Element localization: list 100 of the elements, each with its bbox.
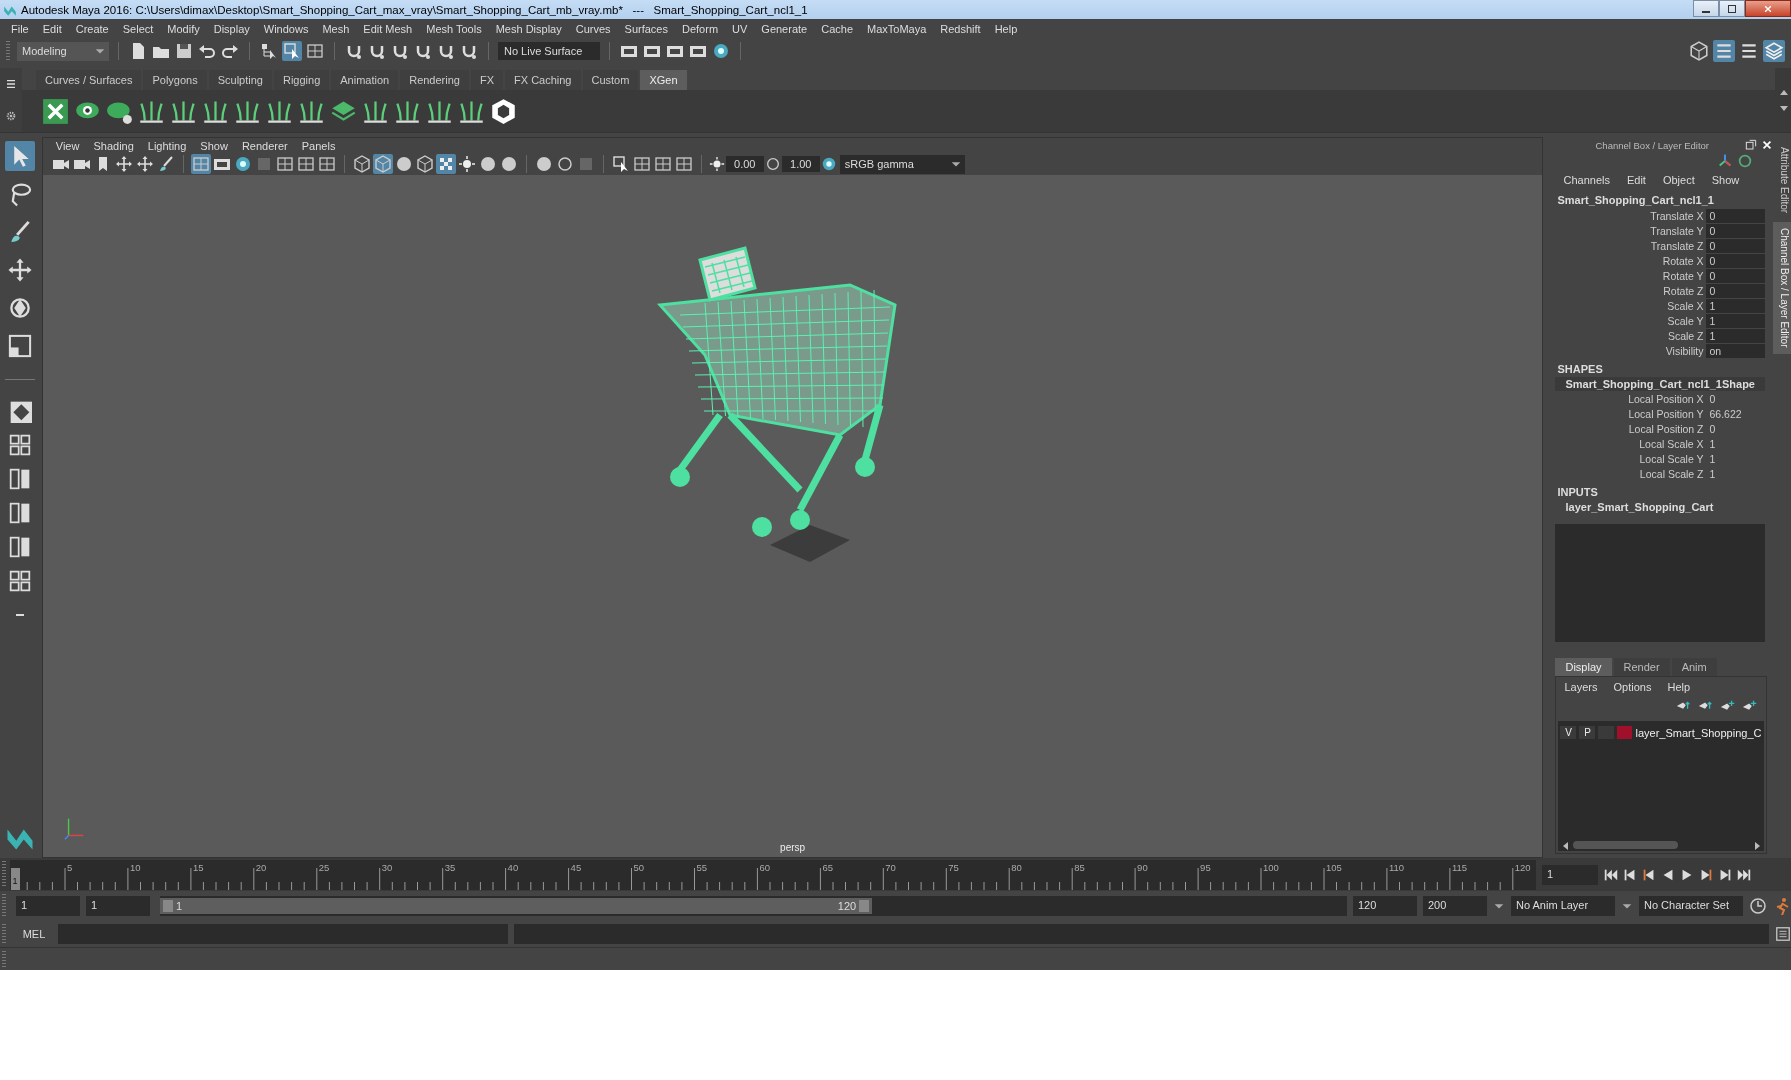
menu-item[interactable]: UV [725,22,755,35]
command-input-field[interactable] [58,924,508,944]
hierarchy-icon[interactable] [259,41,279,61]
layer-color-swatch[interactable] [1617,726,1633,739]
shelf-tab[interactable]: Sculpting [208,70,272,90]
menu-item[interactable]: Help [1667,681,1691,693]
menu-item[interactable]: Lighting [140,139,194,152]
attribute-field[interactable]: 0 [1706,208,1765,223]
live-surface-field[interactable]: No Live Surface [498,42,600,60]
grid-icon[interactable] [631,154,652,174]
layer-name[interactable]: layer_Smart_Shopping_C [1635,726,1762,739]
side-tab[interactable]: Channel Box / Layer Editor [1773,222,1791,354]
cursor-box-icon[interactable] [610,154,631,174]
grid-icon[interactable] [652,154,673,174]
menu-item[interactable]: Mesh Display [488,22,569,35]
menu-item[interactable]: Mesh [315,22,357,35]
menu-item[interactable]: Redshift [933,22,988,35]
shelf-tab[interactable]: Curves / Surfaces [36,70,142,90]
shelf-tab[interactable]: Animation [331,70,399,90]
current-frame-field[interactable]: 1 [1542,864,1598,885]
layers-icon[interactable] [1763,40,1785,62]
current-time-marker[interactable]: 1 [10,867,20,890]
close-button[interactable] [1745,0,1791,17]
grid-icon[interactable] [274,154,295,174]
menu-item[interactable]: Panels [294,139,343,152]
menu-item[interactable]: Modify [160,22,207,35]
attribute-field[interactable]: 0 [1706,283,1765,298]
character-set-dropdown[interactable]: No Character Set [1639,896,1743,916]
shelf-tab[interactable]: Polygons [143,70,207,90]
minimize-button[interactable] [1693,0,1719,17]
layer-editor-tab[interactable]: Anim [1671,658,1717,676]
spreadsheet-icon[interactable] [42,97,69,125]
layer-editor-tab[interactable]: Render [1613,658,1670,676]
menu-item[interactable]: Generate [754,22,815,35]
shelf-tab[interactable]: Custom [582,70,639,90]
script-language-label[interactable]: MEL [16,928,52,940]
shelf-tab[interactable]: XGen [640,70,687,90]
exposure-field[interactable]: 0.00 [725,156,764,172]
attribute-field[interactable]: 1 [1706,298,1765,313]
command-output-field[interactable] [514,924,1769,944]
menu-item[interactable]: Create [68,22,116,35]
menu-item[interactable]: Object [1662,174,1695,188]
menu-item[interactable]: Display [206,22,257,35]
grid-icon[interactable] [673,154,694,174]
layer-editor-tab[interactable]: Display [1555,658,1612,676]
gamma-field[interactable]: 1.00 [781,156,820,172]
menu-item[interactable]: Cache [814,22,860,35]
color-space-dropdown[interactable]: sRGB gamma [839,154,965,174]
playback-start-field[interactable]: 1 [86,896,150,916]
attribute-field[interactable]: 0 [1706,268,1765,283]
cursor-box-icon[interactable] [282,41,302,61]
list-icon[interactable] [1713,40,1735,62]
target-icon[interactable] [711,41,731,61]
grid-icon[interactable] [305,41,325,61]
menu-item[interactable]: Renderer [234,139,295,152]
attribute-field[interactable]: 0 [1706,238,1765,253]
shelf-tab[interactable]: Rendering [400,70,469,90]
shape-name[interactable]: Smart_Shopping_Cart_ncl1_1Shape [1555,377,1765,391]
menu-item[interactable]: Show [1711,174,1740,188]
sun-icon[interactable] [456,154,477,174]
time-slider[interactable]: 1 5 10 15 20 25 30 35 40 45 50 55 60 65 70 75 80 85 90 95 100 105 110 115 120 [10,859,1536,890]
grid-icon[interactable] [316,154,337,174]
shelf-tab[interactable]: Rigging [273,70,330,90]
menu-item[interactable]: Edit [35,22,69,35]
menu-item[interactable]: View [48,139,87,152]
input-name[interactable]: layer_Smart_Shopping_Cart [1555,500,1765,514]
menu-item[interactable]: Edit [1626,174,1646,188]
viewport-canvas[interactable]: persp [42,175,1543,857]
attribute-field[interactable]: on [1706,343,1765,358]
menu-item[interactable]: Deform [675,22,726,35]
menu-item[interactable]: Help [987,22,1025,35]
menu-item[interactable]: Show [193,139,235,152]
menu-item[interactable]: Surfaces [617,22,675,35]
menu-item[interactable]: MaxToMaya [860,22,934,35]
checker-icon[interactable] [435,154,456,174]
mode-dropdown[interactable]: Modeling [17,41,109,61]
menu-item[interactable]: Edit Mesh [356,22,420,35]
playback-toggle[interactable]: P [1579,726,1596,739]
hexagon-icon[interactable] [490,97,517,125]
menu-item[interactable]: Select [115,22,161,35]
menu-item[interactable]: Options [1613,681,1652,693]
maximize-button[interactable] [1719,0,1745,17]
anim-layer-dropdown[interactable]: No Anim Layer [1511,896,1615,916]
menu-item[interactable]: Mesh Tools [419,22,489,35]
menu-item[interactable]: File [4,22,36,35]
menu-item[interactable]: Channels [1563,174,1610,188]
shelf-tab[interactable]: FX Caching [505,70,581,90]
attribute-field[interactable]: 0 [1706,253,1765,268]
menu-item[interactable]: Shading [86,139,141,152]
range-slider-bar[interactable] [160,898,873,914]
end-frame-field[interactable]: 200 [1423,896,1487,916]
menu-item[interactable]: Windows [256,22,316,35]
cube-icon[interactable] [414,154,435,174]
playback-end-field[interactable]: 120 [1353,896,1417,916]
attribute-field[interactable]: 1 [1706,313,1765,328]
grid-icon[interactable] [190,154,211,174]
scrollbar-thumb[interactable] [1573,841,1679,849]
cube-icon[interactable] [351,154,372,174]
menu-item[interactable]: Curves [568,22,618,35]
cube-icon[interactable] [1688,40,1710,62]
